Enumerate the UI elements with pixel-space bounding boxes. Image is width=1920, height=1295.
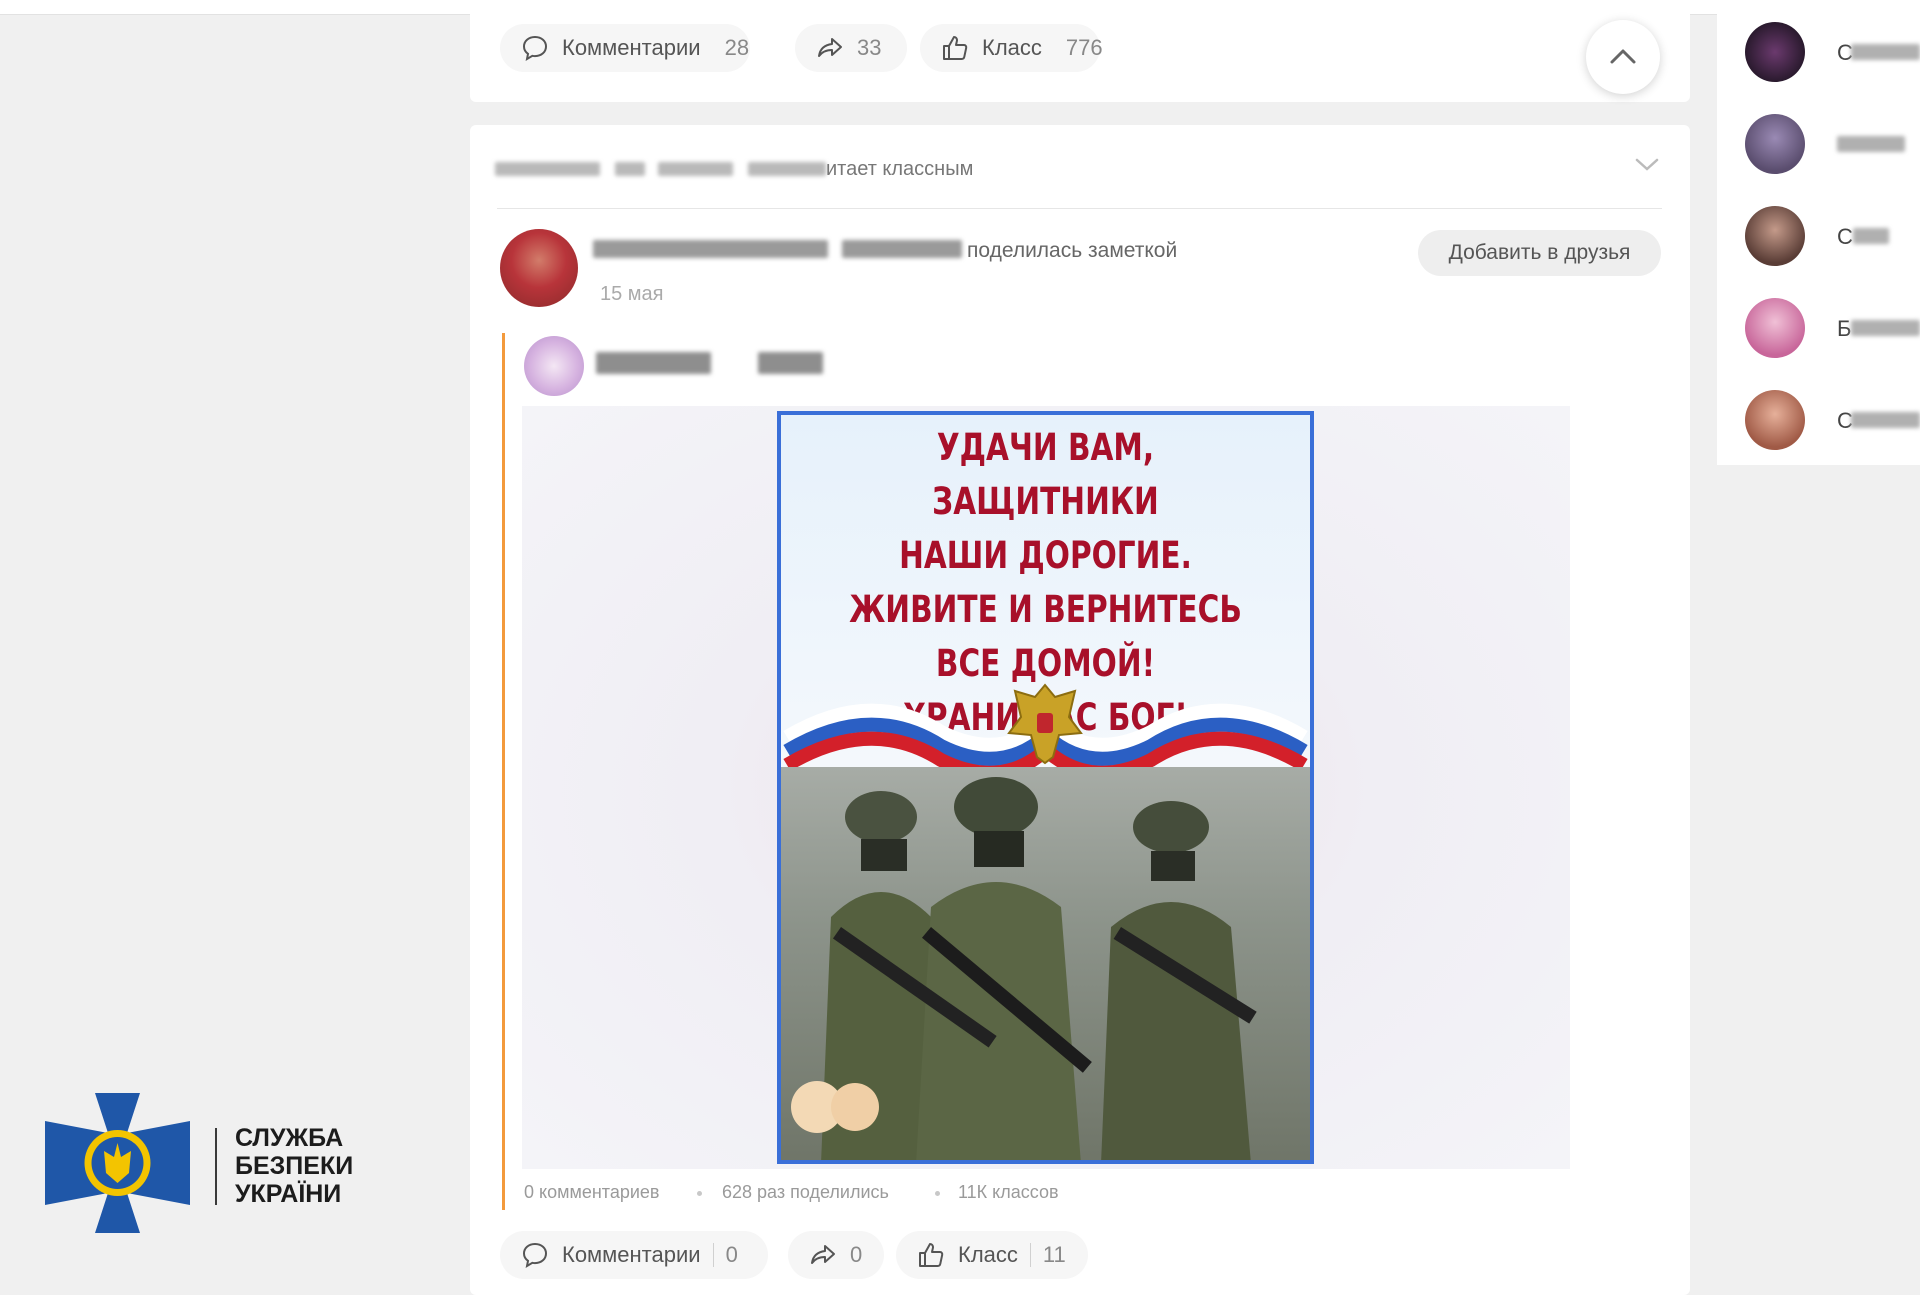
friend-name[interactable]: С <box>1837 224 1853 250</box>
friend-avatar[interactable] <box>1745 390 1805 450</box>
friend-avatar[interactable] <box>1745 22 1805 82</box>
blurred-friend-name[interactable] <box>1851 320 1920 336</box>
blurred-group-name[interactable] <box>758 352 823 374</box>
blurred-user-name <box>658 162 733 176</box>
friend-avatar[interactable] <box>1745 206 1805 266</box>
poster-line: ЖИВИТЕ И ВЕРНИТЕСЬ <box>849 588 1242 631</box>
add-friend-button[interactable]: Добавить в друзья <box>1418 230 1661 276</box>
divider <box>497 208 1662 209</box>
thumbs-up-icon <box>943 36 968 60</box>
sbu-emblem-icon <box>45 1093 190 1233</box>
comments-button[interactable]: Комментарии 0 <box>500 1231 768 1279</box>
friends-sidebar: С С Б С <box>1717 0 1920 465</box>
thumbs-up-icon <box>919 1243 944 1267</box>
friend-avatar[interactable] <box>1745 298 1805 358</box>
shares-count: 33 <box>857 35 882 60</box>
blurred-friend-name[interactable] <box>1851 44 1920 60</box>
blurred-user-name <box>748 162 826 176</box>
scroll-to-top-button[interactable] <box>1586 20 1660 94</box>
comments-button[interactable]: Комментарии 28 <box>500 24 750 72</box>
blurred-friend-name[interactable] <box>1851 412 1920 428</box>
shares-stat[interactable]: 628 раз поделились <box>722 1182 889 1203</box>
like-label: Класс <box>982 35 1042 60</box>
comment-icon <box>522 1242 548 1268</box>
like-label: Класс <box>958 1242 1018 1267</box>
like-button[interactable]: Класс 776 <box>920 24 1103 72</box>
shares-count: 0 <box>850 1242 863 1267</box>
add-friend-label: Добавить в друзья <box>1448 241 1631 264</box>
author-avatar[interactable] <box>500 229 578 307</box>
sbu-name-line: БЕЗПЕКИ <box>235 1152 354 1180</box>
comment-icon <box>522 35 548 61</box>
blurred-user-name <box>495 162 600 176</box>
blurred-friend-name[interactable] <box>1853 228 1889 244</box>
comments-count: 0 <box>725 1242 738 1267</box>
divider <box>712 1243 714 1267</box>
divider <box>935 1191 940 1196</box>
quote-accent-line <box>502 333 505 1210</box>
share-button[interactable]: 33 <box>795 24 907 72</box>
chevron-down-icon[interactable] <box>1634 156 1660 172</box>
group-avatar[interactable] <box>524 336 584 396</box>
friend-name[interactable]: Б <box>1837 316 1851 342</box>
share-icon <box>818 38 842 57</box>
blurred-author-name[interactable] <box>842 240 962 258</box>
poster-line: НАШИ ДОРОГИЕ. <box>899 534 1192 577</box>
double-headed-eagle-emblem <box>1007 683 1083 765</box>
comments-count: 28 <box>724 35 750 60</box>
like-button[interactable]: Класс 11 <box>896 1231 1088 1279</box>
comments-label: Комментарии <box>562 1242 701 1267</box>
divider <box>1029 1243 1031 1267</box>
share-button[interactable]: 0 <box>788 1231 884 1279</box>
poster-image: УДАЧИ ВАМ, ЗАЩИТНИКИ НАШИ ДОРОГИЕ. ЖИВИТ… <box>777 411 1314 1164</box>
comments-stat[interactable]: 0 комментариев <box>524 1182 660 1203</box>
post-header-text: итает классным <box>826 158 974 180</box>
friend-avatar[interactable] <box>1745 114 1805 174</box>
author-action: поделилась заметкой <box>967 239 1178 262</box>
post-date[interactable]: 15 мая <box>600 283 664 306</box>
divider <box>697 1191 702 1196</box>
poster-line: УДАЧИ ВАМ, ЗАЩИТНИКИ <box>932 426 1159 523</box>
comments-label: Комментарии <box>562 35 701 60</box>
likes-stat[interactable]: 11К классов <box>958 1182 1059 1203</box>
divider <box>215 1128 217 1205</box>
likes-count: 11 <box>1042 1242 1066 1267</box>
blurred-author-name[interactable] <box>593 240 828 258</box>
soldiers-photo <box>781 767 1310 1160</box>
blurred-group-name[interactable] <box>596 352 711 374</box>
likes-count: 776 <box>1065 35 1103 60</box>
previous-post-card: Комментарии 28 33 Класс 776 <box>470 0 1690 102</box>
chevron-up-icon <box>1610 49 1636 64</box>
share-icon <box>811 1245 835 1264</box>
blurred-user-name <box>615 162 645 176</box>
sbu-name-line: УКРАЇНИ <box>235 1180 342 1208</box>
blurred-friend-name[interactable] <box>1837 136 1905 152</box>
sbu-name-line: СЛУЖБА <box>235 1124 344 1152</box>
